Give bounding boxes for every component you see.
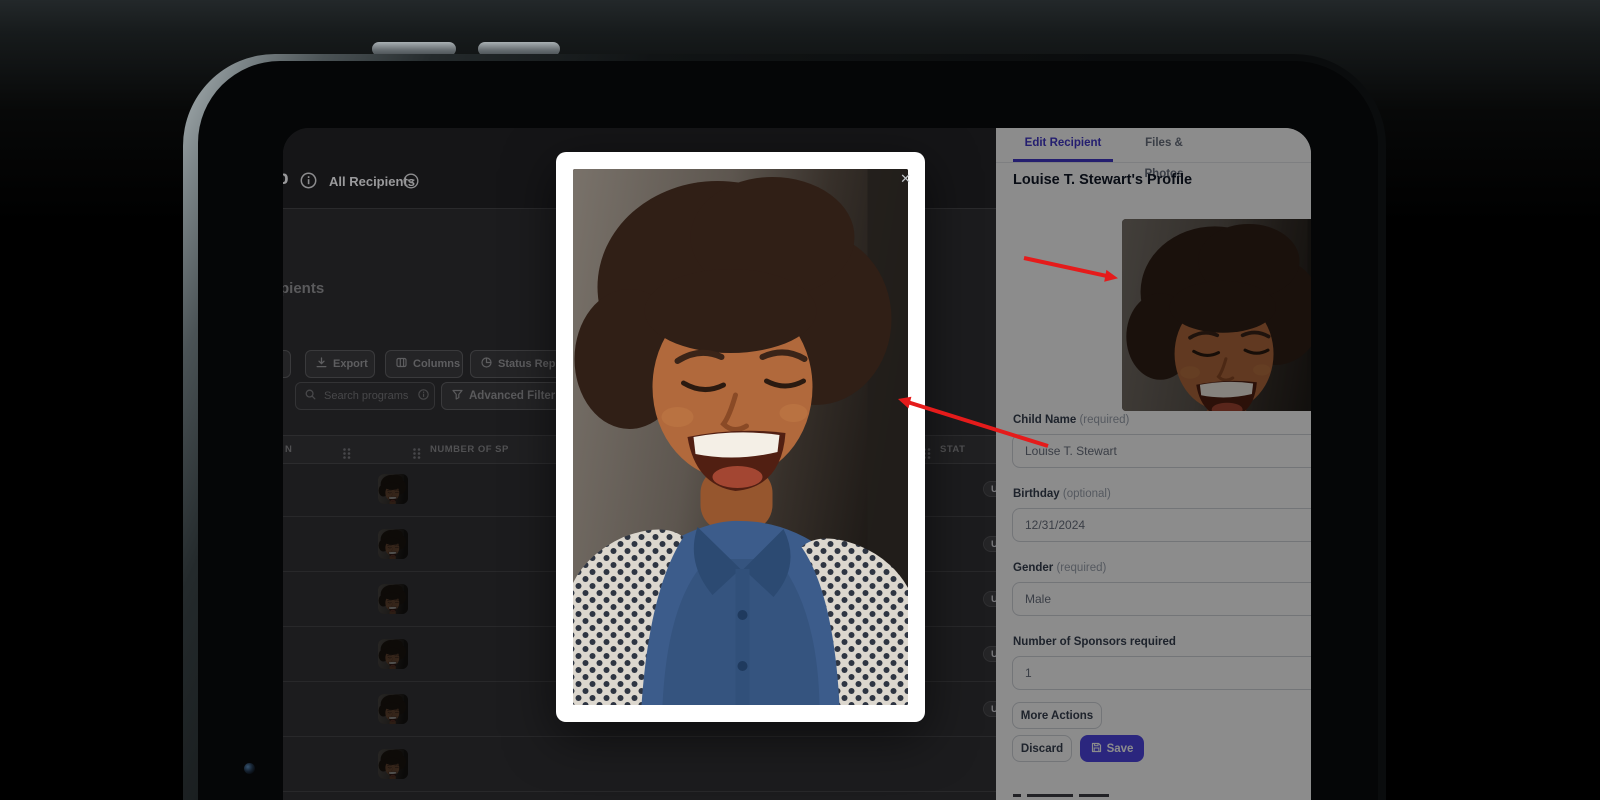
app-logo-fragment: p	[283, 168, 289, 190]
search-icon	[305, 387, 316, 405]
panel-tab-bar: Edit Recipient Files & Photos	[996, 128, 1311, 180]
advanced-filter-button[interactable]: Advanced Filter	[441, 382, 561, 410]
more-actions-button[interactable]: More Actions	[1012, 702, 1102, 729]
recipient-avatar[interactable]	[378, 584, 408, 614]
columns-label: Columns	[413, 358, 461, 370]
info-icon	[418, 387, 429, 405]
columns-icon	[396, 357, 407, 371]
photo-modal: ✕	[556, 152, 925, 722]
info-icon[interactable]	[300, 172, 317, 189]
profile-photo-thumbnail[interactable]	[1122, 219, 1311, 411]
edit-recipient-panel: Edit Recipient Files & Photos Louise T. …	[996, 128, 1311, 800]
recipient-avatar[interactable]	[378, 694, 408, 724]
chevron-down-circle-icon[interactable]	[403, 173, 419, 189]
profile-heading: Louise T. Stewart's Profile	[1013, 172, 1193, 188]
sponsors-field[interactable]	[1012, 656, 1311, 690]
tab-files-photos[interactable]: Files & Photos	[1128, 128, 1200, 180]
download-icon	[316, 357, 327, 371]
recipient-avatar[interactable]	[378, 639, 408, 669]
label-hint: (required)	[1056, 562, 1107, 574]
funnel-icon	[452, 389, 463, 403]
tablet-mockup-scene: p All Recipients pients s Export Co	[0, 0, 1600, 800]
birthday-label: Birthday (optional)	[1013, 488, 1111, 500]
column-header-fragment: N	[285, 444, 293, 455]
label-hint: (required)	[1079, 414, 1130, 426]
column-header-status: STAT	[940, 444, 966, 455]
search-box	[295, 382, 435, 410]
save-button[interactable]: Save	[1080, 735, 1144, 762]
sponsors-label: Number of Sponsors required	[1013, 636, 1176, 648]
clipped-bottom-text	[1013, 794, 1143, 798]
birthday-field[interactable]	[1012, 508, 1311, 542]
advanced-filter-label: Advanced Filter	[469, 390, 556, 402]
pie-chart-icon	[481, 357, 492, 371]
search-input[interactable]	[322, 389, 412, 403]
floppy-disk-icon	[1091, 742, 1102, 756]
label-hint: (optional)	[1062, 488, 1111, 500]
column-header-number-of-sponsors: NUMBER OF SP	[430, 444, 509, 455]
page-title-fragment: pients	[283, 280, 325, 297]
label-text: Child Name	[1013, 414, 1077, 426]
export-button[interactable]: Export	[305, 350, 375, 378]
child-name-field[interactable]	[1012, 434, 1311, 468]
save-label: Save	[1106, 742, 1134, 755]
columns-button[interactable]: Columns	[385, 350, 463, 378]
label-text: Birthday	[1013, 488, 1060, 500]
partial-button[interactable]: s	[283, 350, 291, 378]
child-name-label: Child Name (required)	[1013, 414, 1129, 426]
recipient-avatar[interactable]	[378, 749, 408, 779]
recipient-avatar[interactable]	[378, 474, 408, 504]
app-screen: p All Recipients pients s Export Co	[283, 128, 1311, 800]
export-label: Export	[333, 358, 368, 370]
label-text: Gender	[1013, 562, 1054, 574]
front-camera	[244, 763, 255, 774]
label-text: Number of Sponsors required	[1013, 636, 1176, 648]
recipient-photo-large	[573, 169, 908, 705]
discard-button[interactable]: Discard	[1012, 735, 1072, 762]
close-icon[interactable]: ✕	[900, 172, 911, 185]
gender-label: Gender (required)	[1013, 562, 1106, 574]
tab-edit-recipient[interactable]: Edit Recipient	[1013, 128, 1113, 162]
recipient-avatar[interactable]	[378, 529, 408, 559]
gender-field[interactable]	[1012, 582, 1311, 616]
